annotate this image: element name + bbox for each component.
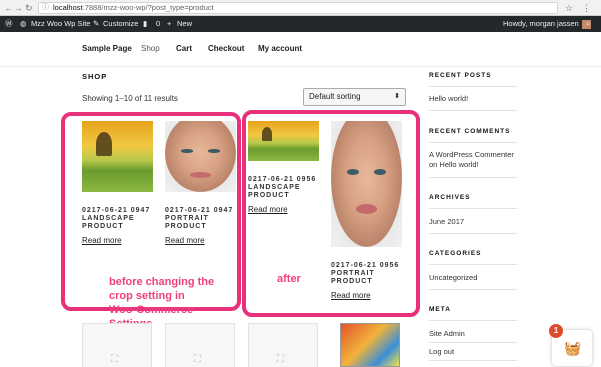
customize-icon: ✎ — [93, 19, 100, 28]
url-host: localhost — [53, 3, 83, 12]
widget-divider — [429, 208, 517, 209]
product-image-book-cover[interactable] — [340, 323, 400, 367]
admin-new[interactable]: New — [177, 16, 192, 32]
widget-divider — [429, 289, 517, 290]
meta-link-log-out[interactable]: Log out — [429, 347, 519, 357]
admin-customize[interactable]: Customize — [103, 16, 138, 32]
widget-divider — [429, 142, 517, 143]
sort-value: Default sorting — [309, 92, 361, 101]
back-icon[interactable]: ← — [4, 2, 13, 14]
nav-divider — [0, 66, 601, 67]
recent-comment-link[interactable]: A WordPress Commenter on Hello world! — [429, 150, 519, 170]
search-icon[interactable]: ⌕ — [586, 16, 590, 32]
image-placeholder-icon: ⛶ — [194, 354, 201, 365]
widget-title-meta: META — [429, 306, 451, 313]
annotation-after-text: after — [277, 273, 301, 285]
product-placeholder-image[interactable]: ⛶ — [82, 323, 152, 367]
widget-title-recent-posts: RECENT POSTS — [429, 72, 492, 79]
nav-item-my-account[interactable]: My account — [258, 44, 302, 53]
sort-select[interactable]: Default sorting ⬍ — [303, 88, 406, 106]
widget-title-categories: CATEGORIES — [429, 250, 482, 257]
product-placeholder-image[interactable]: ⛶ — [248, 323, 318, 367]
admin-site-name[interactable]: Mzz Woo Wp Site — [31, 16, 90, 32]
page-title: SHOP — [82, 72, 108, 81]
select-arrows-icon: ⬍ — [394, 93, 400, 100]
nav-item-cart[interactable]: Cart — [176, 44, 192, 53]
widget-divider — [429, 360, 517, 361]
annotation-box-after — [242, 110, 420, 317]
greeting-text: Howdy, morgan jassen — [503, 19, 579, 28]
widget-divider — [429, 110, 517, 111]
nav-item-sample-page[interactable]: Sample Page — [82, 44, 132, 53]
reload-icon[interactable]: ↻ — [25, 2, 33, 14]
widget-divider — [429, 342, 517, 343]
widget-title-archives: ARCHIVES — [429, 194, 471, 201]
image-placeholder-icon: ⛶ — [111, 354, 118, 365]
dashboard-icon: ◍ — [20, 19, 27, 28]
meta-link-site-admin[interactable]: Site Admin — [429, 329, 519, 339]
nav-item-shop[interactable]: Shop — [141, 44, 160, 53]
nav-item-checkout[interactable]: Checkout — [208, 44, 244, 53]
info-icon[interactable]: ⓘ — [42, 3, 49, 13]
widget-divider — [429, 320, 517, 321]
bookmark-star-icon[interactable]: ☆ — [565, 2, 573, 14]
recent-post-link[interactable]: Hello world! — [429, 94, 519, 104]
url-path: :7888/mzz-woo-wp/?post_type=product — [82, 3, 214, 12]
wordpress-logo-icon[interactable]: Ⓦ — [5, 16, 13, 32]
category-link[interactable]: Uncategorized — [429, 273, 519, 283]
browser-toolbar: ← → ↻ ⓘ localhost:7888/mzz-woo-wp/?post_… — [0, 0, 601, 16]
browser-menu-icon[interactable]: ⋮ — [582, 2, 591, 14]
widget-divider — [429, 233, 517, 234]
widget-divider — [429, 264, 517, 265]
widget-divider — [429, 177, 517, 178]
cart-count-badge: 1 — [549, 324, 563, 338]
comments-icon: ▮ — [143, 19, 148, 28]
admin-greeting[interactable]: Howdy, morgan jassen — [503, 16, 591, 32]
forward-icon[interactable]: → — [14, 2, 23, 14]
basket-icon: 🧺 — [564, 340, 582, 356]
archive-link[interactable]: June 2017 — [429, 217, 519, 227]
wp-admin-bar: Ⓦ ◍ Mzz Woo Wp Site ✎ Customize ▮ 0 + Ne… — [0, 16, 601, 32]
plus-icon: + — [167, 19, 172, 28]
address-bar[interactable]: ⓘ localhost:7888/mzz-woo-wp/?post_type=p… — [38, 2, 558, 14]
widget-divider — [429, 86, 517, 87]
result-count: Showing 1–10 of 11 results — [82, 94, 178, 103]
widget-title-recent-comments: RECENT COMMENTS — [429, 128, 511, 135]
image-placeholder-icon: ⛶ — [277, 354, 284, 365]
admin-comments-count[interactable]: 0 — [156, 16, 160, 32]
product-placeholder-image[interactable]: ⛶ — [165, 323, 235, 367]
